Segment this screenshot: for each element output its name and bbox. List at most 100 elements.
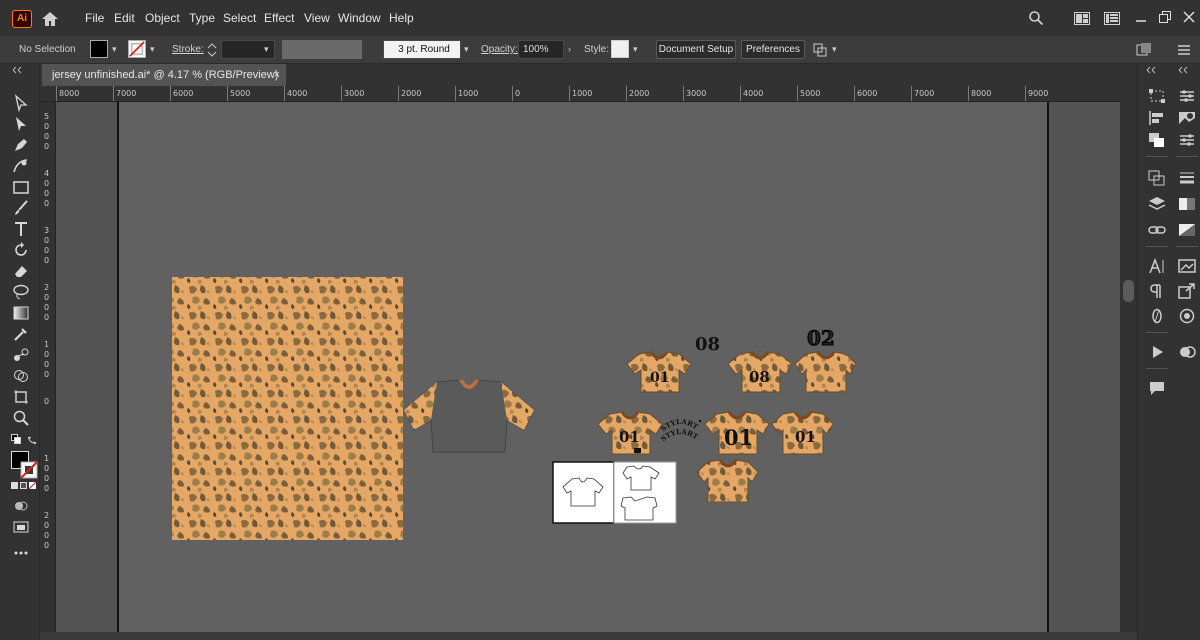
- shape-modes-panel-icon[interactable]: [1148, 170, 1166, 186]
- arrange-documents-icon[interactable]: [1074, 12, 1090, 25]
- fill-color-swatch[interactable]: [90, 40, 108, 58]
- eraser-tool-icon[interactable]: [12, 262, 30, 280]
- fill-dropdown-icon[interactable]: ▾: [112, 45, 120, 54]
- lasso-tool-icon[interactable]: [12, 283, 30, 301]
- eyedropper-tool-icon[interactable]: [12, 325, 30, 343]
- workspace-switcher-icon[interactable]: [1104, 12, 1120, 25]
- color-guide-panel-icon[interactable]: [1178, 110, 1196, 126]
- image-trace-panel-icon[interactable]: [1178, 258, 1196, 274]
- stroke-label[interactable]: Stroke:: [172, 44, 204, 55]
- transform-panel-icon[interactable]: [1148, 88, 1166, 104]
- brush-dropdown-icon[interactable]: ▾: [464, 45, 472, 54]
- preferences-button[interactable]: Preferences: [741, 40, 805, 59]
- close-tab-icon[interactable]: ×: [274, 64, 280, 86]
- home-icon[interactable]: [40, 10, 60, 28]
- canvas-area[interactable]: STYLART STYLART 08 02 01 08 01 01 01: [57, 102, 1120, 632]
- arrange-icon[interactable]: [812, 42, 828, 58]
- pen-tool-icon[interactable]: [12, 136, 30, 154]
- menu-select[interactable]: Select: [223, 11, 256, 25]
- brush-definition-field[interactable]: 3 pt. Round: [383, 40, 461, 59]
- properties-panel-icon[interactable]: [1178, 132, 1196, 148]
- stroke-color-swatch[interactable]: [128, 40, 146, 58]
- mask-icon[interactable]: [1136, 42, 1152, 58]
- edit-toolbar-icon[interactable]: [12, 544, 30, 562]
- stroke-panel-icon[interactable]: [1178, 170, 1196, 186]
- color-mode-icon[interactable]: [11, 482, 18, 489]
- opacity-arrow-icon[interactable]: ›: [568, 45, 576, 54]
- direct-selection-tool-icon[interactable]: [12, 115, 30, 133]
- actions-panel-icon[interactable]: [1148, 344, 1166, 360]
- search-icon[interactable]: [1028, 10, 1044, 26]
- symbols-panel-icon[interactable]: [1178, 344, 1196, 360]
- type-tool-icon[interactable]: [12, 220, 30, 238]
- document-tab-title: jersey unfinished.ai* @ 4.17 % (RGB/Prev…: [52, 69, 279, 81]
- stroke-weight-dropdown-icon[interactable]: ▾: [264, 45, 272, 54]
- stroke-dropdown-icon[interactable]: ▾: [150, 45, 158, 54]
- menu-file[interactable]: File: [85, 11, 104, 25]
- comments-panel-icon[interactable]: [1148, 380, 1166, 396]
- stroke-weight-stepper-icon[interactable]: [206, 41, 218, 59]
- tools-panel: [0, 64, 40, 640]
- draw-normal-icon[interactable]: [12, 497, 30, 515]
- restore-icon[interactable]: [1158, 10, 1172, 24]
- gradient-panel-icon[interactable]: [1178, 196, 1196, 212]
- opacity-field[interactable]: 100%: [518, 40, 564, 59]
- zoom-tool-icon[interactable]: [12, 409, 30, 427]
- artboard-tool-icon[interactable]: [12, 388, 30, 406]
- menu-help[interactable]: Help: [389, 11, 414, 25]
- variable-width-profile[interactable]: [282, 40, 362, 59]
- links-panel-icon[interactable]: [1148, 222, 1166, 238]
- ruler-label-digit: 0: [44, 132, 50, 141]
- style-dropdown-icon[interactable]: ▾: [633, 45, 641, 54]
- paragraph-panel-icon[interactable]: [1148, 283, 1166, 299]
- none-mode-icon[interactable]: [29, 482, 36, 489]
- close-window-icon[interactable]: [1182, 10, 1196, 24]
- opentype-panel-icon[interactable]: [1148, 308, 1166, 324]
- vertical-scrollbar[interactable]: [1120, 86, 1137, 632]
- minimize-icon[interactable]: [1134, 12, 1148, 24]
- arrange-dropdown-icon[interactable]: ▾: [832, 45, 840, 54]
- rectangle-tool-icon[interactable]: [12, 178, 30, 196]
- screen-mode-icon[interactable]: [12, 518, 30, 536]
- vertical-ruler[interactable]: 50004000300020001000010002000: [40, 102, 56, 632]
- gradient-tool-icon[interactable]: [12, 304, 30, 322]
- character-panel-icon[interactable]: [1148, 258, 1166, 274]
- document-tab[interactable]: jersey unfinished.ai* @ 4.17 % (RGB/Prev…: [42, 64, 286, 86]
- collapse-dock-left-icon[interactable]: [1146, 66, 1160, 74]
- menu-effect[interactable]: Effect: [264, 11, 294, 25]
- curvature-tool-icon[interactable]: [12, 157, 30, 175]
- paintbrush-tool-icon[interactable]: [12, 199, 30, 217]
- menu-object[interactable]: Object: [145, 11, 180, 25]
- stroke-color-indicator[interactable]: [20, 461, 38, 479]
- ruler-label: 9000: [1028, 89, 1049, 98]
- graphic-style-swatch[interactable]: [611, 40, 629, 58]
- ruler-major-tick: [398, 86, 399, 101]
- shape-builder-tool-icon[interactable]: [12, 367, 30, 385]
- opacity-label[interactable]: Opacity:: [481, 44, 518, 55]
- vertical-scrollbar-thumb[interactable]: [1123, 280, 1134, 302]
- selection-tool-icon[interactable]: [12, 94, 30, 112]
- blend-tool-icon[interactable]: [12, 346, 30, 364]
- swap-colors-icon[interactable]: [28, 434, 38, 444]
- gradient-mode-icon[interactable]: [20, 482, 27, 489]
- pathfinder-panel-icon[interactable]: [1148, 132, 1166, 148]
- document-setup-button[interactable]: Document Setup: [656, 40, 736, 59]
- collapse-dock-right-icon[interactable]: [1178, 66, 1192, 74]
- collapse-toolbar-icon[interactable]: [12, 66, 26, 74]
- color-panel-icon[interactable]: [1178, 88, 1196, 104]
- appearance-panel-icon[interactable]: [1178, 308, 1196, 324]
- menu-window[interactable]: Window: [338, 11, 381, 25]
- default-colors-icon[interactable]: [11, 434, 21, 444]
- ruler-major-tick: [1025, 86, 1026, 101]
- rotate-tool-icon[interactable]: [12, 241, 30, 259]
- horizontal-ruler[interactable]: 8000 7000 6000 5000 4000 3000 2000 1000 0 1000 200…: [40, 86, 1120, 102]
- panel-menu-icon[interactable]: [1176, 42, 1192, 58]
- asset-export-panel-icon[interactable]: [1178, 283, 1196, 299]
- menu-type[interactable]: Type: [189, 11, 215, 25]
- align-panel-icon[interactable]: [1148, 110, 1166, 126]
- transparency-panel-icon[interactable]: [1178, 222, 1196, 238]
- status-bar: [40, 632, 1137, 640]
- menu-view[interactable]: View: [304, 11, 330, 25]
- menu-edit[interactable]: Edit: [114, 11, 135, 25]
- layers-panel-icon[interactable]: [1148, 196, 1166, 212]
